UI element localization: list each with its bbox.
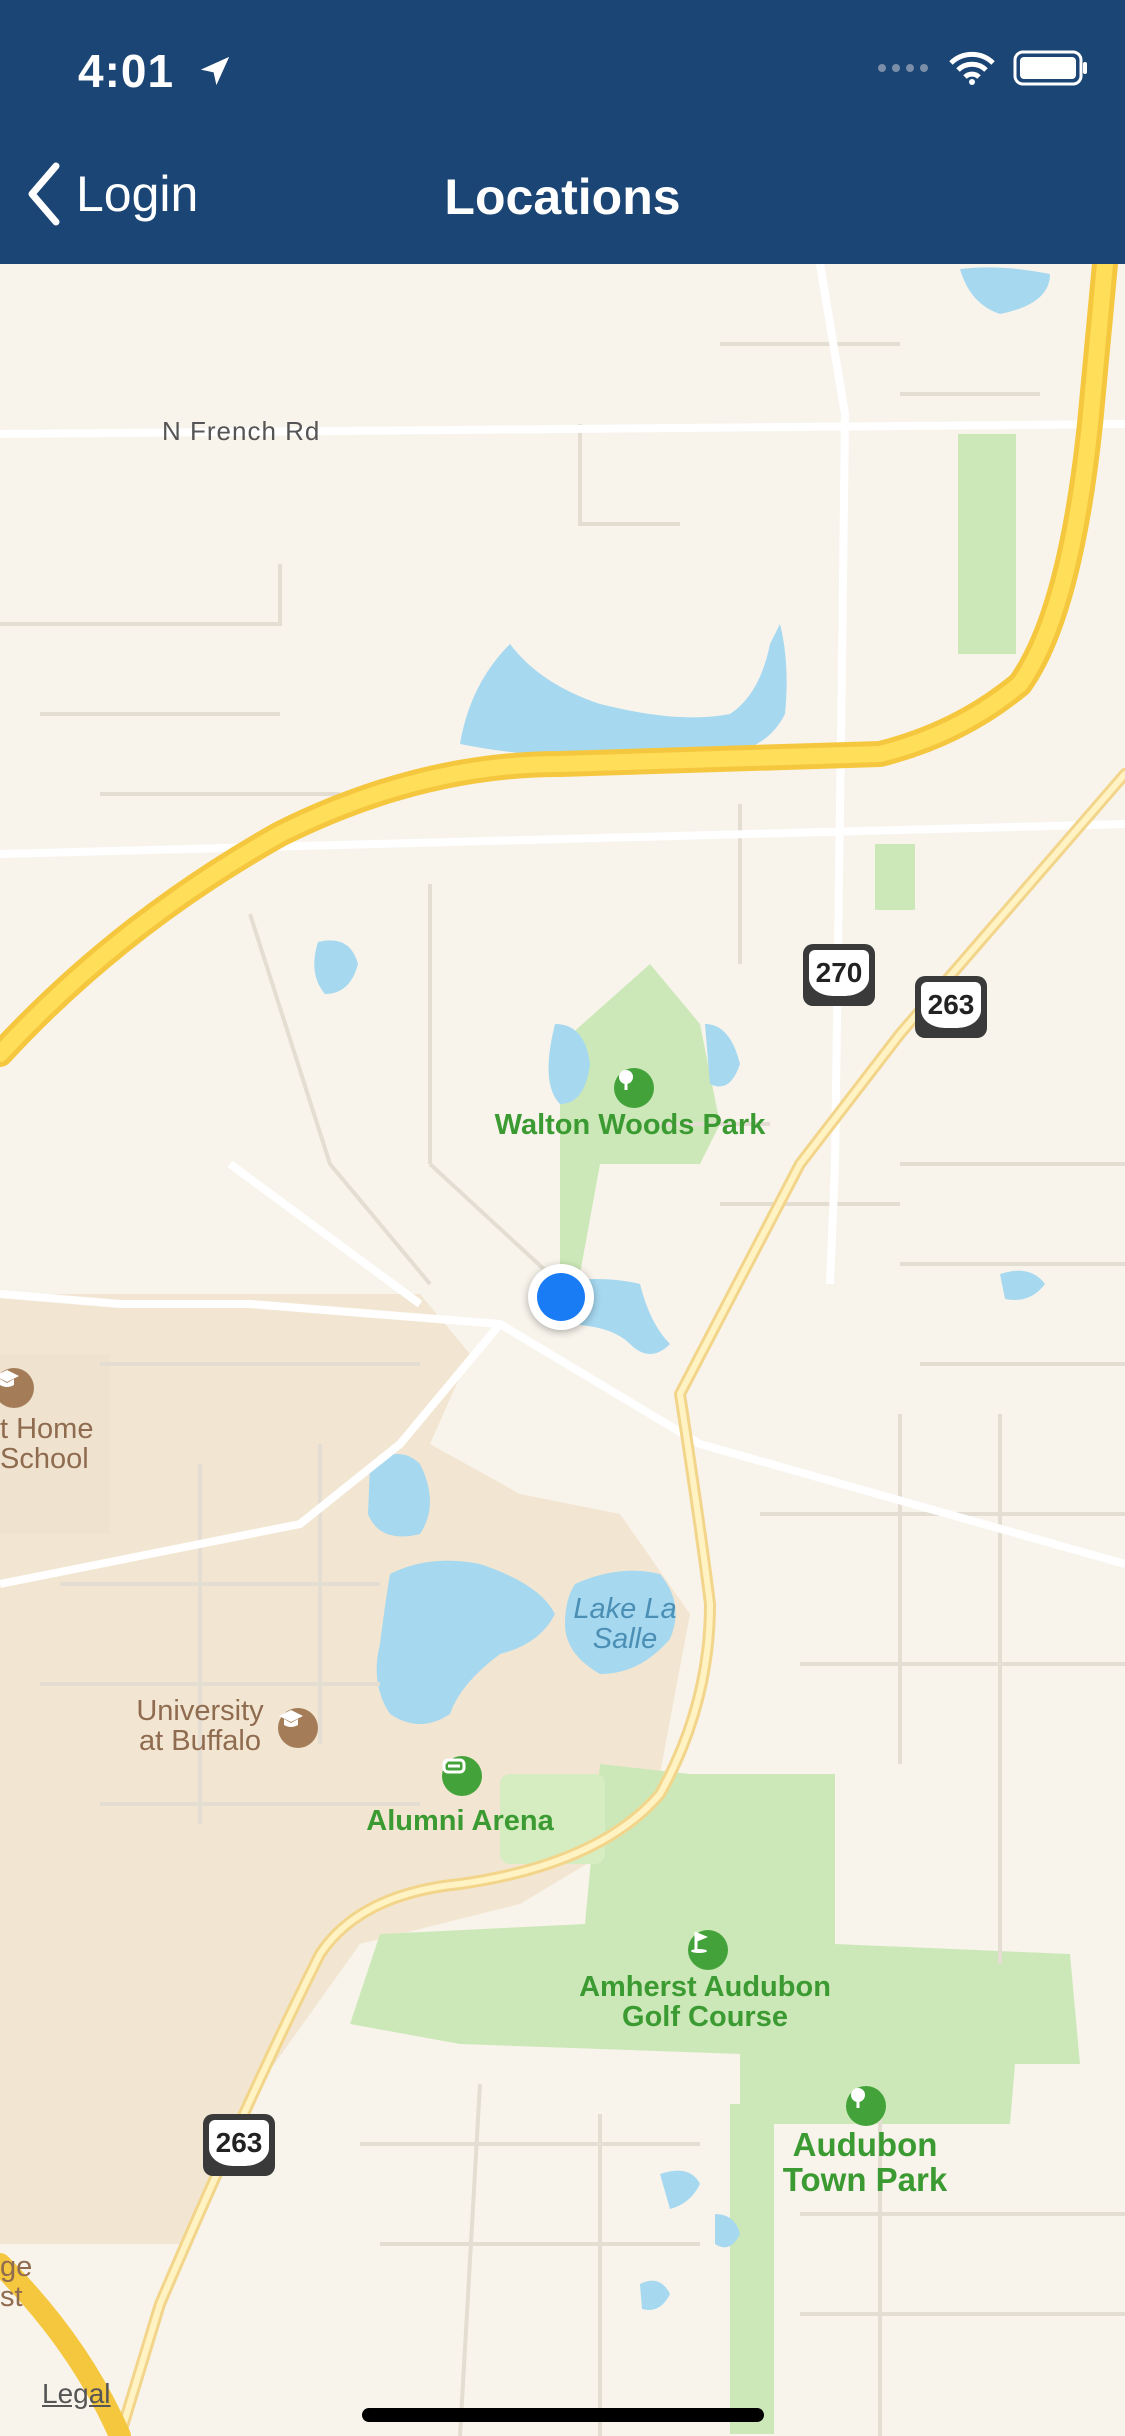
route-shield-263-east: 263 bbox=[915, 976, 987, 1038]
map-label-edge[interactable]: ge st bbox=[0, 2252, 32, 2313]
lake-north bbox=[460, 624, 787, 758]
university-icon[interactable] bbox=[278, 1708, 318, 1748]
map-label-school[interactable]: t Home School bbox=[0, 1414, 93, 1475]
map-label-audubon-town-park[interactable]: Audubon Town Park bbox=[760, 2127, 970, 2197]
pond-east-2 bbox=[1000, 1270, 1045, 1300]
map-view[interactable]: N French Rd 270 263 263 Walton Woods Par… bbox=[0, 264, 1125, 2436]
map-label-university-at-buffalo[interactable]: University at Buffalo bbox=[90, 1696, 310, 1757]
signal-icon bbox=[878, 64, 928, 72]
map-label-lake-la-salle[interactable]: Lake La Salle bbox=[560, 1594, 690, 1655]
highway-290 bbox=[0, 264, 1118, 1067]
pond-west bbox=[314, 940, 358, 994]
location-arrow-icon bbox=[200, 56, 230, 86]
pond-east bbox=[705, 1024, 740, 1087]
page-title: Locations bbox=[444, 169, 681, 225]
golf-icon[interactable] bbox=[688, 1930, 728, 1970]
arena-icon[interactable] bbox=[442, 1756, 482, 1796]
route-shield-270: 270 bbox=[803, 944, 875, 1006]
map-label-walton-woods-park[interactable]: Walton Woods Park bbox=[480, 1110, 780, 1141]
home-indicator[interactable] bbox=[362, 2408, 764, 2422]
pond-south-3 bbox=[640, 2280, 670, 2310]
map-canvas bbox=[0, 264, 1125, 2436]
user-location-dot[interactable] bbox=[528, 1264, 594, 1330]
pond-south-1 bbox=[660, 2170, 700, 2209]
park-patch bbox=[875, 844, 915, 910]
park-strip-north bbox=[958, 434, 1016, 654]
status-indicators bbox=[877, 48, 1089, 88]
wifi-icon bbox=[949, 51, 995, 85]
pond-top-right bbox=[960, 267, 1050, 314]
navigation-header: 4:01 Login Locations bbox=[0, 0, 1125, 264]
legal-link[interactable]: Legal bbox=[42, 2378, 111, 2410]
park-icon[interactable] bbox=[614, 1068, 654, 1108]
map-label-amherst-audubon-golf-course[interactable]: Amherst Audubon Golf Course bbox=[540, 1972, 870, 2033]
map-label-alumni-arena[interactable]: Alumni Arena bbox=[340, 1806, 580, 1837]
battery-icon bbox=[1013, 50, 1087, 86]
road-label-n-french-rd: N French Rd bbox=[162, 416, 321, 446]
status-time: 4:01 bbox=[78, 40, 232, 98]
park-icon[interactable] bbox=[846, 2086, 886, 2126]
route-shield-263-south: 263 bbox=[203, 2114, 275, 2176]
